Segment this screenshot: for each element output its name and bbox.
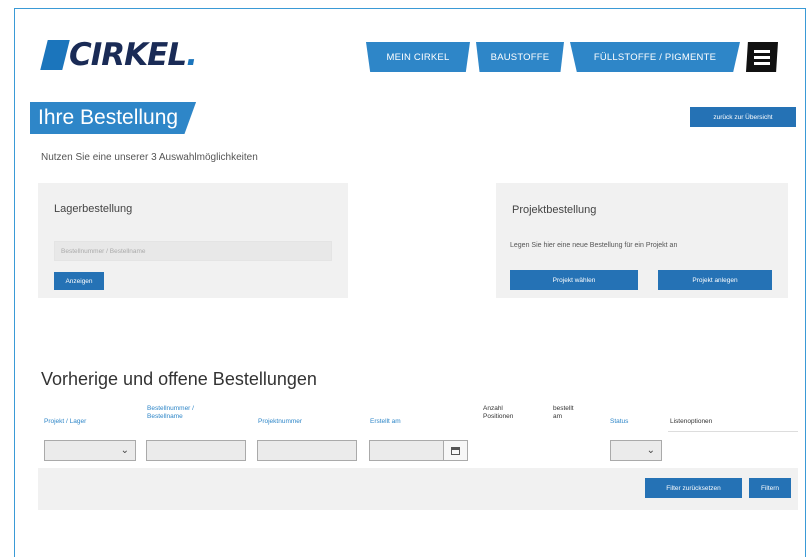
col-anzahl-positionen: Anzahl Positionen [483,405,513,421]
nav-fuellstoffe-pigmente[interactable]: FÜLLSTOFFE / PIGMENTE [570,42,740,72]
main-nav: MEIN CIRKEL BAUSTOFFE FÜLLSTOFFE / PIGME… [366,42,778,72]
anzeigen-button[interactable]: Anzeigen [54,272,104,290]
lagerbestellung-panel: Lagerbestellung Anzeigen [38,183,348,298]
projektbestellung-title: Projektbestellung [512,204,597,216]
col-bestellt-line2: am [553,413,563,420]
page-title: Ihre Bestellung [30,102,197,134]
projektbestellung-text: Legen Sie hier eine neue Bestellung für … [510,242,678,249]
calendar-icon[interactable] [443,440,468,461]
erstellt-am-filter-input[interactable] [369,440,444,461]
col-anzahl-line2: Positionen [483,413,514,420]
projekt-anlegen-button[interactable]: Projekt anlegen [658,270,772,290]
cirkel-logo[interactable]: CIRKEL. [40,37,198,73]
chevron-down-icon: ⌄ [120,445,129,456]
projektbestellung-panel: Projektbestellung Legen Sie hier eine ne… [496,183,788,298]
logo-mark [40,40,70,70]
logo-text: CIRKEL [69,37,187,73]
chevron-down-icon: ⌄ [646,445,655,456]
order-number-input[interactable] [54,241,332,261]
status-select[interactable]: ⌄ [610,440,662,461]
filter-button[interactable]: Filtern [749,478,791,498]
projekt-lager-select[interactable]: ⌄ [44,440,136,461]
header-divider [668,431,798,432]
col-anzahl-line1: Anzahl [483,405,503,412]
col-bestellt-line1: bestellt [553,405,574,412]
nav-mein-cirkel[interactable]: MEIN CIRKEL [366,42,470,72]
col-bestellnummer[interactable]: Bestellnummer / Bestellname [147,405,194,421]
col-bestellt-am: bestellt am [553,405,574,421]
bestellnummer-filter-input[interactable] [146,440,246,461]
col-bestellnummer-line1: Bestellnummer / [147,405,194,412]
intro-text: Nutzen Sie eine unserer 3 Auswahlmöglich… [41,152,258,163]
back-to-overview-button[interactable]: zurück zur Übersicht [690,107,796,127]
col-listenoptionen: Listenoptionen [670,418,713,425]
projektnummer-filter-input[interactable] [257,440,357,461]
nav-baustoffe[interactable]: BAUSTOFFE [476,42,564,72]
orders-section-title: Vorherige und offene Bestellungen [41,369,317,389]
col-projektnummer[interactable]: Projektnummer [258,418,302,426]
logo-dot: . [186,37,198,73]
col-status[interactable]: Status [610,418,628,426]
projekt-waehlen-button[interactable]: Projekt wählen [510,270,638,290]
col-erstellt-am[interactable]: Erstellt am [370,418,401,426]
col-bestellnummer-line2: Bestellname [147,413,183,420]
filter-reset-button[interactable]: Filter zurücksetzen [645,478,742,498]
lagerbestellung-title: Lagerbestellung [54,203,133,215]
hamburger-menu-icon[interactable] [746,42,778,72]
col-projekt-lager[interactable]: Projekt / Lager [44,418,86,426]
